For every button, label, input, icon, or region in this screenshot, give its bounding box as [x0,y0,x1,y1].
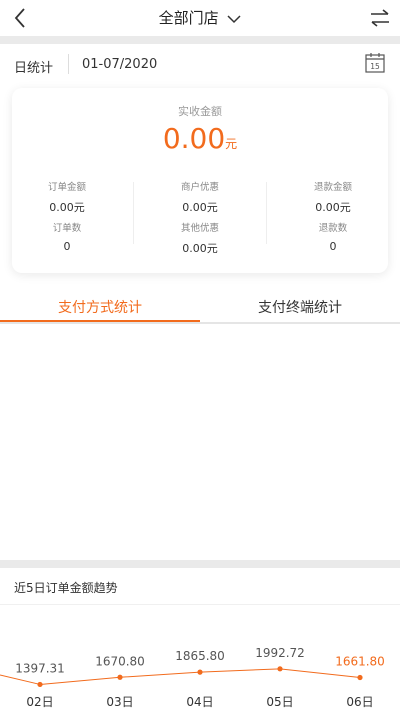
period-label[interactable]: 日统计 [14,57,53,76]
metric-label: 订单数 [52,223,82,234]
metric-divider [133,182,134,244]
trend-point [277,666,283,672]
metric-value: 0 [329,240,337,253]
trend-point [197,669,203,675]
summary-card: 实收金额 0.00元 订单金额 0.00元 商户优惠 0.00元 退款金额 0.… [12,88,388,273]
tab-content-area [0,324,400,560]
metric-label: 退款金额 [313,182,352,193]
svg-text:15: 15 [370,62,380,71]
trend-value-label: 1661.80 [335,655,385,669]
trend-value-label: 1670.80 [95,654,145,668]
metric-divider [266,182,267,244]
metric-label: 其他优惠 [180,223,219,234]
received-amount-value: 0.00 [162,122,226,155]
date-bar: 日统计 01-07/2020 15 [0,44,400,84]
metric-value: 0.00元 [315,201,351,214]
trend-day-label: 05日 [266,695,293,709]
metric-value: 0.00元 [182,242,218,255]
store-selector[interactable]: 全部门店 [0,7,400,28]
trend-line-chart: 1397.31 02日 1670.80 03日 1865.80 04日 1992.72 05日… [0,646,385,709]
trend-point [117,674,123,680]
active-tab-indicator [0,320,200,322]
trend-value-label: 1865.80 [175,649,225,663]
chevron-down-icon [227,14,241,23]
trend-line-lead [0,674,41,685]
calendar-icon[interactable]: 15 [364,52,386,74]
trend-day-label: 03日 [106,695,133,709]
metric-refund-amount: 退款金额 0.00元 [278,179,388,215]
tab-payment-method[interactable]: 支付方式统计 [0,297,200,317]
stats-panel: 日统计 01-07/2020 15 实收金额 0.00元 订单金额 0.00元 … [0,44,400,296]
metric-other-discount: 其他优惠 0.00元 [145,220,255,256]
trend-value-label: 1397.31 [15,661,65,675]
metric-order-count: 订单数 0 [12,220,122,253]
store-selector-label: 全部门店 [158,9,219,27]
metric-label: 订单金额 [47,182,86,193]
trend-section: 近5日订单金额趋势 1397.31 02日 1670.80 03日 1865.80 04日… [0,568,400,711]
metric-label: 退款数 [318,223,348,234]
date-value[interactable]: 01-07/2020 [82,57,157,72]
metric-value: 0.00元 [182,201,218,214]
metric-merchant-discount: 商户优惠 0.00元 [145,179,255,215]
section-divider [0,36,400,44]
metric-value: 0.00元 [49,201,85,214]
metric-label: 商户优惠 [180,182,219,193]
trend-point [37,681,43,688]
top-nav-bar: 全部门店 [0,0,400,36]
metric-order-amount: 订单金额 0.00元 [12,179,122,215]
metric-refund-count: 退款数 0 [278,220,388,253]
trend-day-label: 06日 [346,695,373,709]
tab-payment-terminal[interactable]: 支付终端统计 [200,297,400,317]
trend-day-label: 02日 [26,695,53,709]
section-divider [0,560,400,568]
received-amount-label: 实收金额 [178,105,222,118]
trend-day-label: 04日 [186,695,213,709]
trend-value-label: 1992.72 [255,646,305,660]
date-bar-divider [68,54,69,74]
received-amount-unit: 元 [225,137,238,151]
trend-point [357,674,363,681]
swap-arrows-icon[interactable] [368,6,392,30]
metric-value: 0 [63,240,71,253]
received-amount: 0.00元 [12,122,388,155]
stats-tabs: 支付方式统计 支付终端统计 [0,288,400,324]
